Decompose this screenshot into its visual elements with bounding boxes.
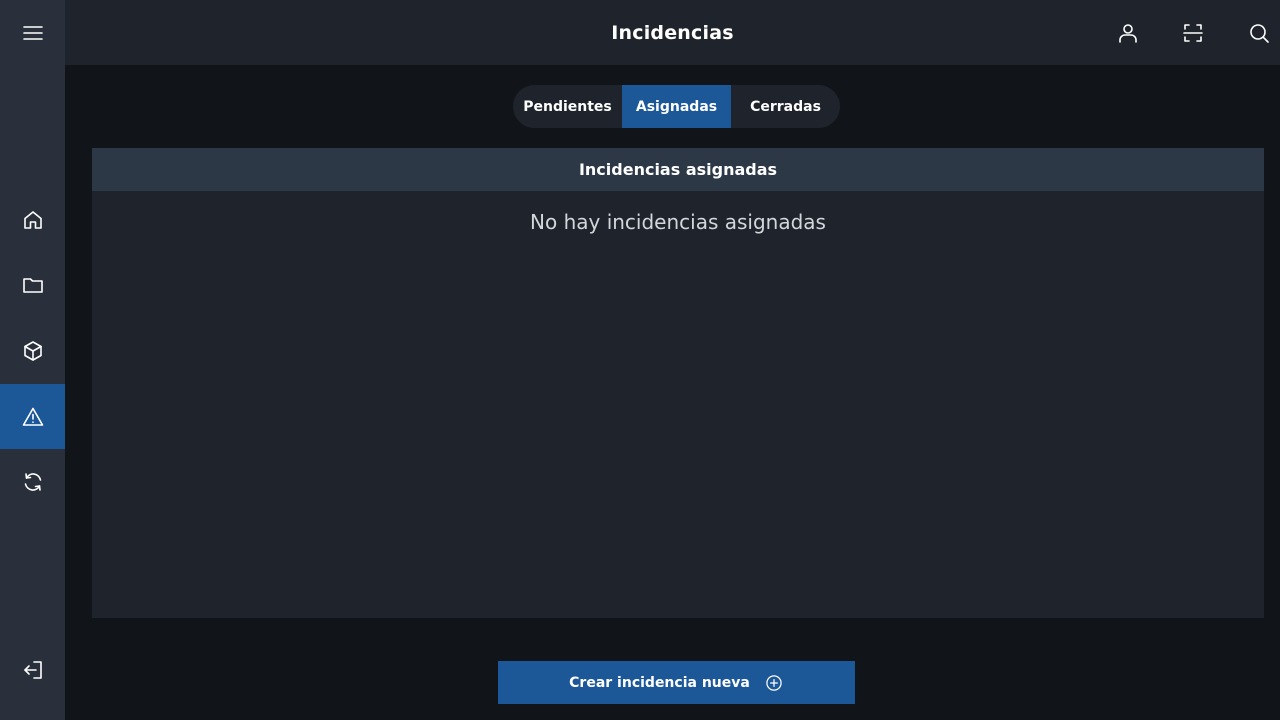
scan-icon — [1183, 24, 1203, 42]
sidebar — [0, 0, 65, 720]
menu-button[interactable] — [0, 0, 65, 65]
menu-icon — [22, 25, 43, 40]
search-icon — [1250, 24, 1269, 43]
tab-bar: Pendientes Asignadas Cerradas — [513, 85, 840, 128]
sidebar-item-incidents[interactable] — [0, 384, 65, 449]
sidebar-item-sync[interactable] — [0, 449, 65, 514]
scan-button[interactable] — [1180, 20, 1206, 46]
warning-icon — [22, 407, 43, 426]
create-incident-button[interactable]: Crear incidencia nueva — [498, 661, 855, 704]
empty-message: No hay incidencias asignadas — [530, 210, 826, 234]
page-title: Incidencias — [611, 21, 734, 44]
sync-icon — [24, 472, 41, 491]
tab-cerradas[interactable]: Cerradas — [731, 85, 840, 128]
top-bar: Incidencias — [65, 0, 1280, 65]
logout-icon — [23, 660, 42, 679]
sidebar-item-home[interactable] — [0, 187, 65, 252]
home-icon — [23, 210, 42, 229]
create-incident-label: Crear incidencia nueva — [569, 674, 750, 691]
tab-asignadas[interactable]: Asignadas — [622, 85, 731, 128]
box-icon — [23, 340, 42, 361]
logout-button[interactable] — [0, 637, 65, 702]
search-button[interactable] — [1246, 20, 1272, 46]
sidebar-item-products[interactable] — [0, 318, 65, 383]
tab-pendientes[interactable]: Pendientes — [513, 85, 622, 128]
user-icon — [1119, 24, 1137, 43]
user-button[interactable] — [1115, 20, 1141, 46]
folder-icon — [22, 277, 43, 293]
incidents-panel: Incidencias asignadas No hay incidencias… — [92, 148, 1264, 618]
sidebar-item-folder[interactable] — [0, 252, 65, 317]
plus-circle-icon — [766, 674, 782, 691]
panel-header: Incidencias asignadas — [92, 148, 1264, 191]
